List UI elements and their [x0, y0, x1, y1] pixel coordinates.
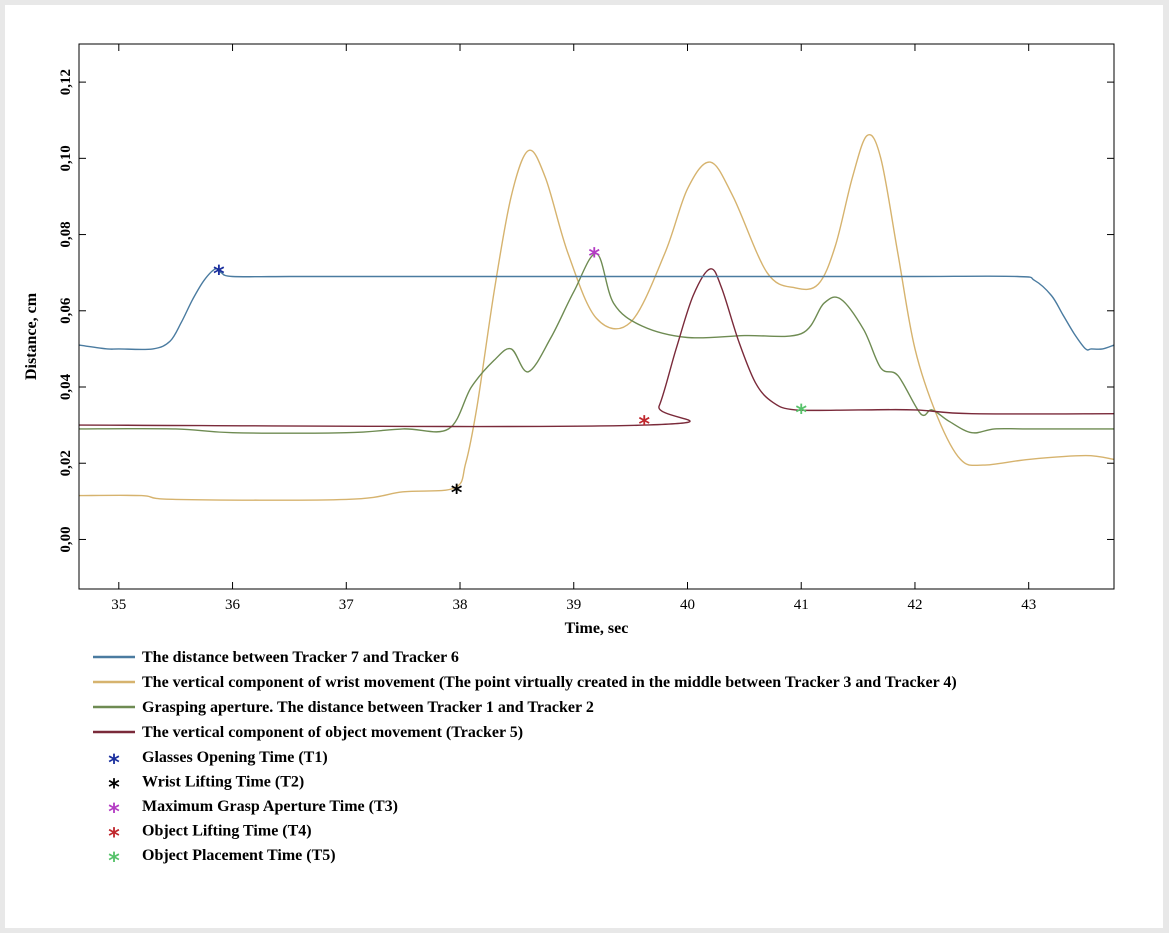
legend-label-marker-1: Glasses Opening Time (T1)	[142, 749, 328, 766]
series-line-1	[79, 267, 1114, 351]
line-chart: **** * 35 36 37 38 39 40 41 42 430,000,020,040,06…	[23, 43, 1115, 874]
event-marker-t3: *	[588, 245, 600, 270]
legend-label-marker-4: Object Lifting Time (T4)	[142, 823, 312, 840]
x-tick-label: 43	[1021, 597, 1036, 613]
legend-marker-t3: *	[108, 800, 120, 825]
y-tick-label: 0,06	[58, 297, 74, 324]
legend-label-series-3: Grasping aperture. The distance between …	[142, 699, 594, 716]
y-tick-label: 0,00	[58, 526, 74, 552]
x-tick-label: 40	[680, 597, 695, 613]
y-tick-label: 0,04	[58, 373, 74, 400]
y-tick-label: 0,12	[58, 69, 74, 95]
y-axis-label: Distance, cm	[23, 292, 40, 380]
legend-marker-t2: *	[108, 776, 120, 801]
legend-label-series-2: The vertical component of wrist movement…	[142, 674, 957, 691]
axes: 35 36 37 38 39 40 41 42 43 0,00 0,02 0,04 0,06 0,08 0,…	[58, 43, 1115, 613]
y-tick-label: 0,08	[58, 221, 74, 247]
x-tick-label: 36	[225, 597, 241, 613]
figure-panel: * * * * * 35 36 37 38 39 40 41 42 43 0,00 0,02 0,04 0,06…	[5, 5, 1163, 928]
plot-area: * * * * *	[79, 134, 1114, 506]
plot-frame	[78, 43, 1115, 590]
legend: The distance between Tracker 7 and Track…	[93, 649, 957, 874]
legend-label-marker-3: Maximum Grasp Aperture Time (T3)	[142, 798, 398, 815]
x-axis-label: Time, sec	[565, 620, 629, 637]
event-marker-t5: *	[795, 401, 807, 426]
event-marker-t4: *	[639, 412, 651, 437]
y-tick-label: 0,10	[58, 145, 74, 171]
legend-marker-t1: *	[108, 751, 120, 776]
x-tick-label: 37	[339, 597, 355, 613]
y-tick-label: 0,02	[58, 450, 74, 476]
series-line-4	[79, 268, 1114, 428]
legend-label-marker-2: Wrist Lifting Time (T2)	[142, 774, 304, 791]
x-tick-label: 41	[794, 597, 809, 613]
x-tick-label: 35	[111, 597, 126, 613]
x-tick-label: 39	[566, 597, 581, 613]
event-marker-t2: *	[451, 481, 463, 506]
legend-marker-t5: *	[108, 849, 120, 874]
event-marker-t1: *	[213, 262, 225, 287]
x-tick-label: 38	[453, 597, 468, 613]
legend-marker-t4: *	[108, 825, 120, 850]
series-line-2	[79, 134, 1114, 501]
legend-label-series-4: The vertical component of object movemen…	[142, 724, 523, 741]
series-line-3	[79, 252, 1114, 434]
legend-label-marker-5: Object Placement Time (T5)	[142, 847, 336, 864]
legend-label-series-1: The distance between Tracker 7 and Track…	[142, 649, 459, 666]
x-tick-label: 42	[907, 597, 922, 613]
